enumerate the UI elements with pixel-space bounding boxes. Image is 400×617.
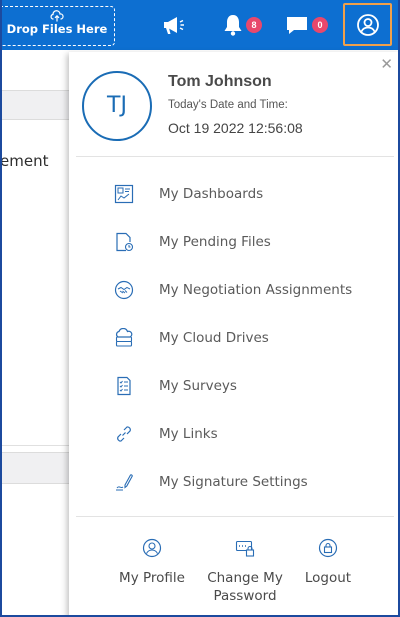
window-border — [0, 0, 400, 617]
